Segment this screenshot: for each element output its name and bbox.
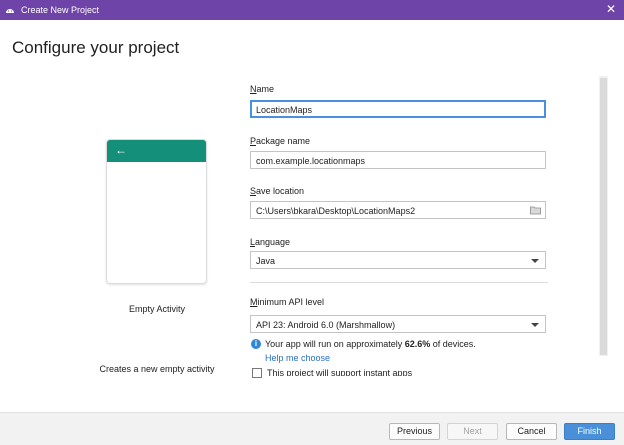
folder-icon[interactable] [530,205,541,215]
template-description: Creates a new empty activity [99,364,215,374]
window-title: Create New Project [21,5,100,15]
preview-app-bar: ← [107,140,206,162]
min-api-select[interactable]: API 23: Android 6.0 (Marshmallow) [250,315,546,333]
close-icon[interactable]: ✕ [606,3,616,15]
page-title: Configure your project [12,38,180,57]
scrollbar-thumb[interactable] [600,78,607,355]
finish-button[interactable]: Finish [564,423,615,440]
next-button[interactable]: Next [447,423,498,440]
language-select[interactable]: Java [250,251,546,269]
instant-apps-label: This project will support instant apps [267,368,413,376]
language-label: Language [250,237,291,247]
android-icon [6,9,14,13]
package-name-field[interactable]: com.example.locationmaps [250,151,546,169]
help-me-choose-link[interactable]: Help me choose [265,353,330,363]
api-coverage-text: Your app will run on approximately 62.6%… [265,339,476,349]
instant-apps-checkbox[interactable] [252,368,262,378]
package-name-label: Package name [250,136,311,146]
save-location-field[interactable]: C:\Users\bkara\Desktop\LocationMaps2 [250,201,546,219]
cancel-button[interactable]: Cancel [506,423,557,440]
window-titlebar: Create New Project ✕ [0,0,624,20]
previous-button[interactable]: Previous [389,423,440,440]
name-field[interactable]: LocationMaps [250,100,546,118]
save-location-label: Save location [250,186,305,196]
info-icon: i [251,339,261,349]
chevron-down-icon [531,323,539,327]
name-label: Name [250,84,275,94]
divider [250,282,548,283]
template-preview: ← [106,139,207,284]
back-arrow-icon: ← [115,143,127,157]
min-api-label: Minimum API level [250,297,325,307]
template-name: Empty Activity [128,304,185,314]
chevron-down-icon [531,259,539,263]
